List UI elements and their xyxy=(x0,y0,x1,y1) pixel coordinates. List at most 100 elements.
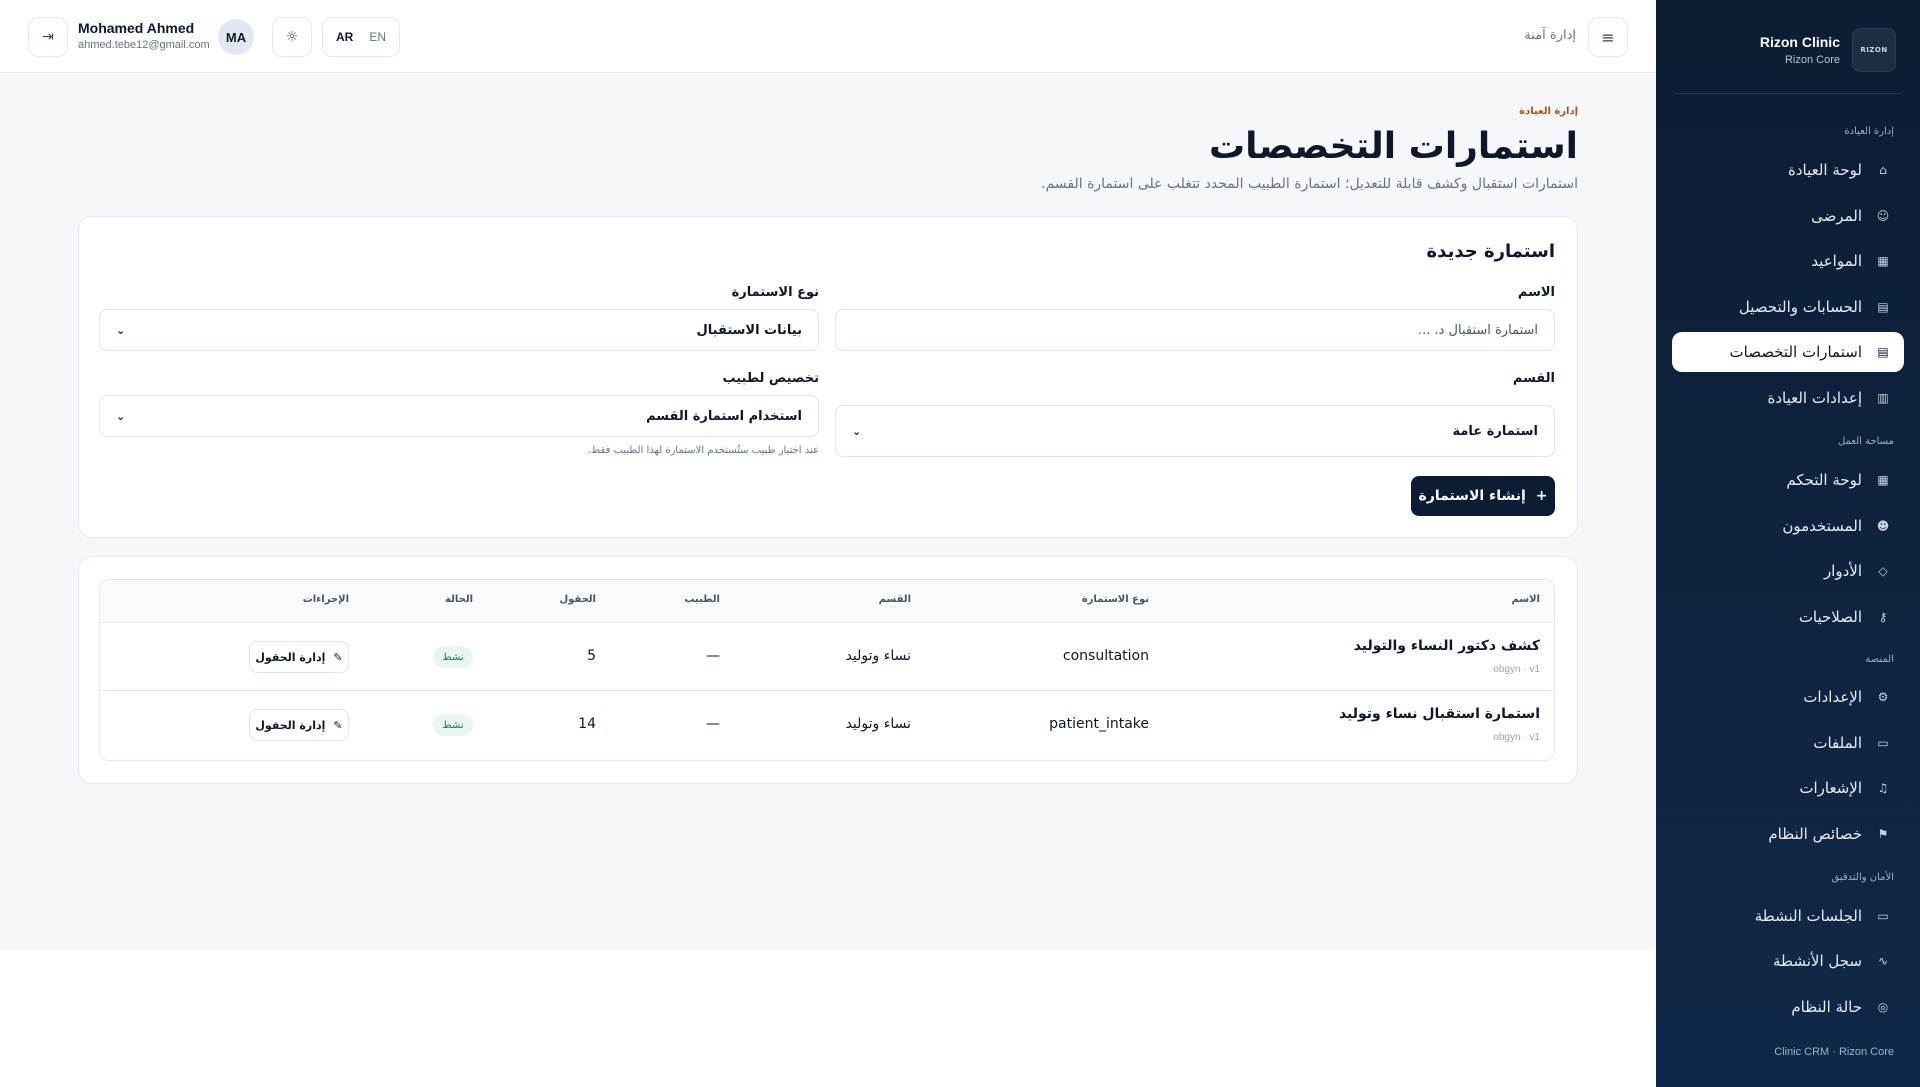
brand-text: Rizon Clinic Rizon Core xyxy=(1760,34,1840,66)
th-fields: الحقول xyxy=(559,594,596,605)
sidebar-item-clinic-dashboard[interactable]: ⌂ لوحة العيادة xyxy=(1672,150,1904,190)
sidebar-item-permissions[interactable]: ⚷ الصلاحيات xyxy=(1672,597,1904,637)
sidebar-item-label: لوحة العيادة xyxy=(1787,161,1862,179)
billing-icon: ▤ xyxy=(1877,300,1889,314)
patient-icon: ☺ xyxy=(1876,209,1890,223)
th-name: الاسم xyxy=(1511,594,1540,605)
sidebar-section-platform: المنصة xyxy=(1865,654,1894,665)
sidebar-item-billing[interactable]: ▤ الحسابات والتحصيل xyxy=(1672,287,1904,327)
page-subtitle: استمارات استقبال وكشف قابلة للتعديل؛ است… xyxy=(1041,176,1578,192)
menu-toggle-button[interactable]: ≡ xyxy=(1588,17,1628,57)
sidebar-item-files[interactable]: ▭ الملفات xyxy=(1672,723,1904,763)
sidebar-item-label: الحسابات والتحصيل xyxy=(1738,298,1862,316)
page-title: استمارات التخصصات xyxy=(1209,126,1578,167)
sidebar-item-label: سجل الأنشطة xyxy=(1772,952,1862,970)
key-icon: ⚷ xyxy=(1878,610,1888,624)
status-badge: نشط xyxy=(433,646,473,668)
sun-icon: ☼ xyxy=(285,29,299,45)
sidebar-item-label: المرضى xyxy=(1811,207,1862,225)
brand-logo: RIZON xyxy=(1852,28,1896,72)
sidebar-item-label: إعدادات العيادة xyxy=(1767,389,1862,407)
sidebar-item-specialty-forms[interactable]: ▤ استمارات التخصصات xyxy=(1672,332,1904,372)
chevron-down-icon: ⌄ xyxy=(116,323,126,337)
th-type: نوع الاستمارة xyxy=(1081,594,1149,605)
sidebar-section-clinic: إدارة العيادة xyxy=(1844,126,1894,137)
table-row: استمارة استقبال نساء وتوليد obgyn · v1 p… xyxy=(100,691,1554,759)
brand-sub: Rizon Core xyxy=(1784,54,1840,66)
row-doctor: — xyxy=(706,648,720,664)
sidebar-item-label: لوحة التحكم xyxy=(1786,471,1862,489)
status-badge: نشط xyxy=(433,714,473,736)
sidebar: RIZON Rizon Clinic Rizon Core إدارة العي… xyxy=(1656,0,1920,1087)
doctor-value: استخدام استمارة القسم xyxy=(646,408,802,424)
manage-fields-button[interactable]: ✎ إدارة الحقول xyxy=(249,641,349,673)
sidebar-item-label: المستخدمون xyxy=(1782,517,1862,535)
manage-fields-button[interactable]: ✎ إدارة الحقول xyxy=(249,709,349,741)
avatar[interactable]: MA xyxy=(218,19,254,55)
name-input[interactable]: استمارة استقبال د. ... xyxy=(835,309,1555,351)
folder-icon: ▭ xyxy=(1877,736,1889,750)
lang-en-option[interactable]: EN xyxy=(364,24,391,50)
th-actions: الإجراءات xyxy=(302,594,349,605)
breadcrumb[interactable]: إدارة العيادة xyxy=(1519,106,1578,117)
th-doctor: الطبيب xyxy=(684,594,720,605)
sidebar-item-settings[interactable]: ⚙ الإعدادات xyxy=(1672,677,1904,717)
sidebar-item-active-sessions[interactable]: ▭ الجلسات النشطة xyxy=(1672,896,1904,936)
sidebar-item-label: الإشعارات xyxy=(1799,779,1862,797)
sidebar-footer: Clinic CRM · Rizon Core xyxy=(1774,1046,1894,1058)
department-select[interactable]: استمارة عامة ⌄ xyxy=(835,405,1555,457)
sidebar-item-label: حالة النظام xyxy=(1791,998,1862,1016)
sidebar-item-appointments[interactable]: ▦ المواعيد xyxy=(1672,241,1904,281)
sidebar-item-dashboard[interactable]: ▦ لوحة التحكم xyxy=(1672,460,1904,500)
card-title: استمارة جديدة xyxy=(1426,241,1555,262)
sidebar-item-label: استمارات التخصصات xyxy=(1729,343,1862,361)
hamburger-icon: ≡ xyxy=(1601,27,1615,47)
name-label: الاسم xyxy=(1517,285,1555,300)
create-form-label: إنشاء الاستمارة xyxy=(1418,488,1526,504)
plus-icon: + xyxy=(1535,488,1548,504)
doctor-hint: عند اختيار طبيب ستُستخدم الاستمارة لهذا … xyxy=(587,445,819,456)
brand-name: Rizon Clinic xyxy=(1759,34,1840,50)
row-name: كشف دكتور النساء والتوليد xyxy=(1353,638,1540,654)
sidebar-item-system-status[interactable]: ◎ حالة النظام xyxy=(1672,987,1904,1027)
user-info: Mohamed Ahmed ahmed.tebe12@gmail.com xyxy=(78,20,210,51)
building-icon: ▥ xyxy=(1877,391,1889,405)
logout-icon: ⇥ xyxy=(42,29,54,45)
new-form-card: استمارة جديدة الاسم استمارة استقبال د. .… xyxy=(78,216,1578,538)
topbar: ≡ إدارة آمنة ⇥ Mohamed Ahmed ahmed.tebe1… xyxy=(0,0,1656,73)
sidebar-item-label: الملفات xyxy=(1813,734,1862,752)
form-type-select[interactable]: بيانات الاستقبال ⌄ xyxy=(99,309,819,351)
theme-toggle-button[interactable]: ☼ xyxy=(272,17,312,57)
form-type-label: نوع الاستمارة xyxy=(731,285,819,300)
pencil-icon: ✎ xyxy=(333,718,343,732)
manage-fields-label: إدارة الحقول xyxy=(255,718,326,732)
forms-table: الاسم نوع الاستمارة القسم الطبيب الحقول … xyxy=(99,579,1555,761)
sidebar-item-roles[interactable]: ◇ الأدوار xyxy=(1672,551,1904,591)
sidebar-item-users[interactable]: ☻ المستخدمون xyxy=(1672,506,1904,546)
logout-button[interactable]: ⇥ xyxy=(28,17,68,57)
grid-icon: ▦ xyxy=(1877,473,1889,487)
row-department: نساء وتوليد xyxy=(845,716,911,732)
sidebar-item-notifications[interactable]: ♫ الإشعارات xyxy=(1672,768,1904,808)
sidebar-item-clinic-settings[interactable]: ▥ إعدادات العيادة xyxy=(1672,378,1904,418)
department-value: استمارة عامة xyxy=(1452,423,1538,439)
sidebar-item-label: الجلسات النشطة xyxy=(1754,907,1862,925)
sidebar-item-system-features[interactable]: ⚑ خصائص النظام xyxy=(1672,814,1904,854)
doctor-select[interactable]: استخدام استمارة القسم ⌄ xyxy=(99,395,819,437)
form-icon: ▤ xyxy=(1877,345,1889,359)
sidebar-item-patients[interactable]: ☺ المرضى xyxy=(1672,196,1904,236)
lang-ar-option[interactable]: AR xyxy=(331,24,358,50)
create-form-button[interactable]: + إنشاء الاستمارة xyxy=(1411,476,1555,516)
sidebar-item-label: الصلاحيات xyxy=(1798,608,1862,626)
user-name: Mohamed Ahmed xyxy=(78,20,195,36)
sidebar-item-label: خصائص النظام xyxy=(1768,825,1862,843)
sidebar-item-activity-log[interactable]: ∿ سجل الأنشطة xyxy=(1672,941,1904,981)
brand[interactable]: RIZON Rizon Clinic Rizon Core xyxy=(1678,28,1896,72)
topbar-title: إدارة آمنة xyxy=(1524,28,1576,43)
row-fields: 5 xyxy=(587,648,596,664)
th-department: القسم xyxy=(878,594,911,605)
chevron-down-icon: ⌄ xyxy=(852,424,862,438)
th-status: الحالة xyxy=(445,594,473,605)
main-content: إدارة العيادة استمارات التخصصات استمارات… xyxy=(0,74,1656,951)
department-label: القسم xyxy=(1512,371,1555,386)
